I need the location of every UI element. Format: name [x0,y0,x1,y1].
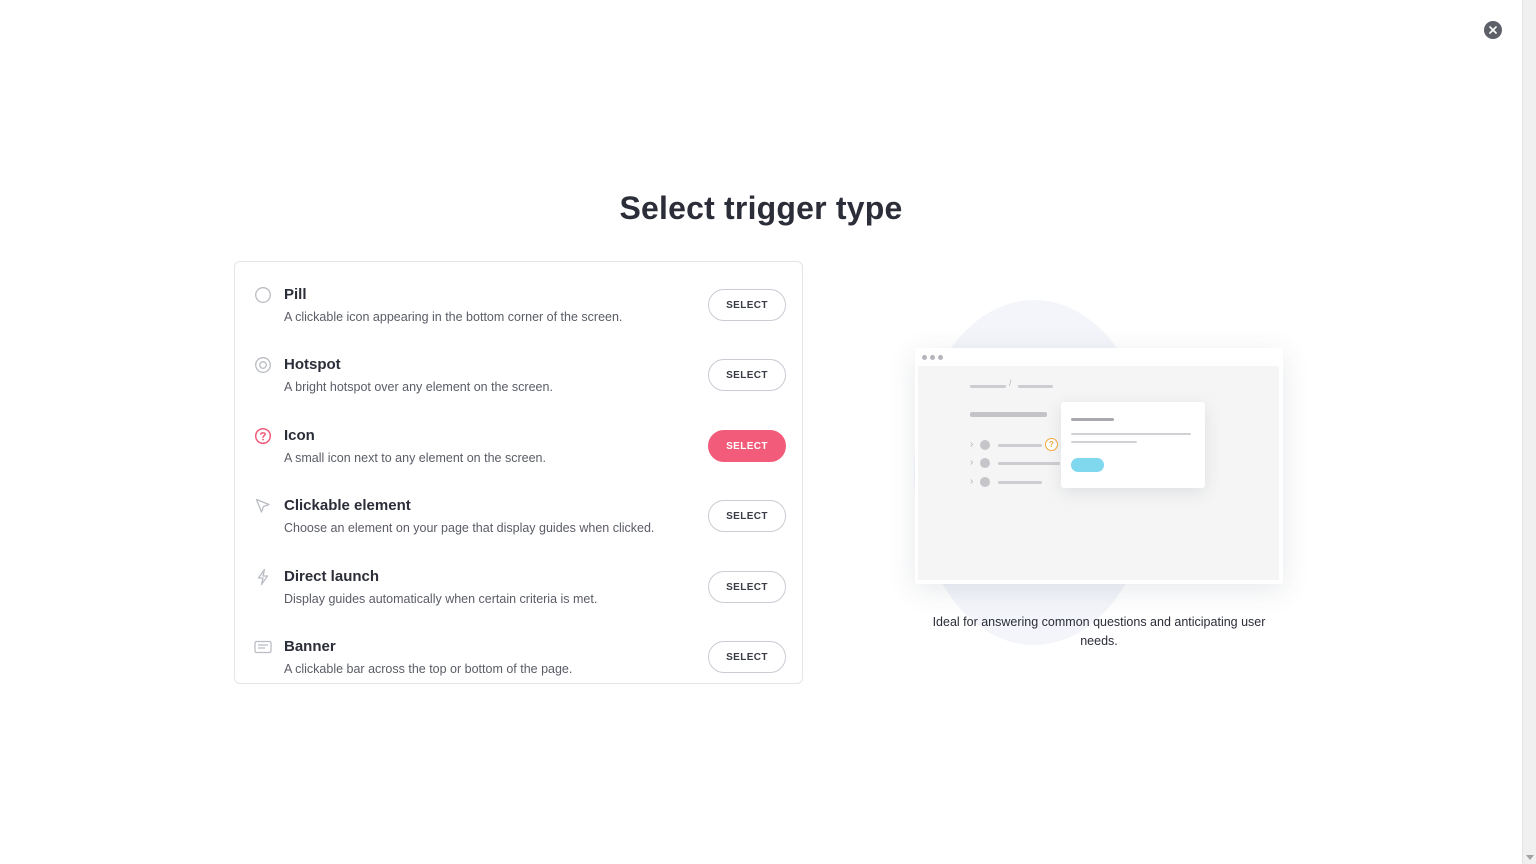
option-hotspot[interactable]: Hotspot A bright hotspot over any elemen… [235,340,804,410]
select-icon-button[interactable]: SELECT [708,430,786,462]
breadcrumb-separator: / [1009,378,1012,388]
select-banner-button[interactable]: SELECT [708,641,786,673]
banner-icon [254,638,272,656]
option-title: Direct launch [284,568,380,585]
heading-placeholder [970,412,1047,417]
list-line-placeholder [998,444,1042,447]
vertical-scrollbar[interactable] [1522,0,1536,864]
illustration-caption: Ideal for answering common questions and… [932,615,1266,648]
popup-title-placeholder [1071,418,1114,421]
option-title: Hotspot [284,356,341,373]
select-clickable-element-button[interactable]: SELECT [708,500,786,532]
list-bullet [980,458,990,468]
select-pill-button[interactable]: SELECT [708,289,786,321]
list-line-placeholder [998,481,1042,484]
cursor-icon [254,497,272,515]
popup-button-placeholder [1071,458,1104,472]
option-title: Icon [284,427,315,444]
close-button[interactable] [1484,21,1502,39]
option-pill[interactable]: Pill A clickable icon appearing in the b… [235,270,804,340]
close-icon [1489,26,1497,34]
pill-icon [254,286,272,304]
trigger-options-list: Pill A clickable icon appearing in the b… [234,261,803,684]
option-title: Clickable element [284,497,411,514]
popup-line-placeholder [1071,441,1137,443]
lightning-icon [254,568,272,586]
window-dot [938,355,943,360]
question-circle-icon [254,427,272,445]
window-dot [930,355,935,360]
option-banner[interactable]: Banner A clickable bar across the top or… [235,622,804,692]
option-direct-launch[interactable]: Direct launch Display guides automatical… [235,552,804,622]
hotspot-icon [254,356,272,374]
option-description: A bright hotspot over any element on the… [284,380,553,394]
list-bullet [980,440,990,450]
option-clickable-element[interactable]: Clickable element Choose an element on y… [235,481,804,551]
trigger-preview-illustration: / › ? › › [870,290,1330,650]
chevron-right-icon: › [970,457,974,468]
question-hotspot-icon: ? [1045,438,1058,451]
select-hotspot-button[interactable]: SELECT [708,359,786,391]
list-bullet [980,477,990,487]
browser-titlebar [915,348,1283,365]
option-title: Banner [284,638,336,655]
window-dot [922,355,927,360]
option-icon[interactable]: Icon A small icon next to any element on… [235,411,804,481]
option-description: Choose an element on your page that disp… [284,521,655,535]
popup-line-placeholder [1071,433,1191,435]
option-description: A clickable bar across the top or bottom… [284,662,573,676]
browser-content: / › ? › › [918,366,1279,580]
chevron-right-icon: › [970,439,974,450]
browser-mockup: / › ? › › [915,348,1283,584]
breadcrumb-placeholder [1018,385,1053,388]
select-direct-launch-button[interactable]: SELECT [708,571,786,603]
option-description: A clickable icon appearing in the bottom… [284,310,623,324]
chevron-right-icon: › [970,476,974,487]
option-description: Display guides automatically when certai… [284,592,598,606]
page-title: Select trigger type [619,190,903,226]
option-description: A small icon next to any element on the … [284,451,546,465]
tooltip-popup-mockup [1061,402,1205,488]
list-line-placeholder [998,462,1060,465]
breadcrumb-placeholder [970,385,1006,388]
scroll-down-arrow-icon[interactable] [1526,855,1534,860]
trigger-type-modal: Select trigger type Pill A clickable ico… [0,0,1536,864]
option-title: Pill [284,286,307,303]
